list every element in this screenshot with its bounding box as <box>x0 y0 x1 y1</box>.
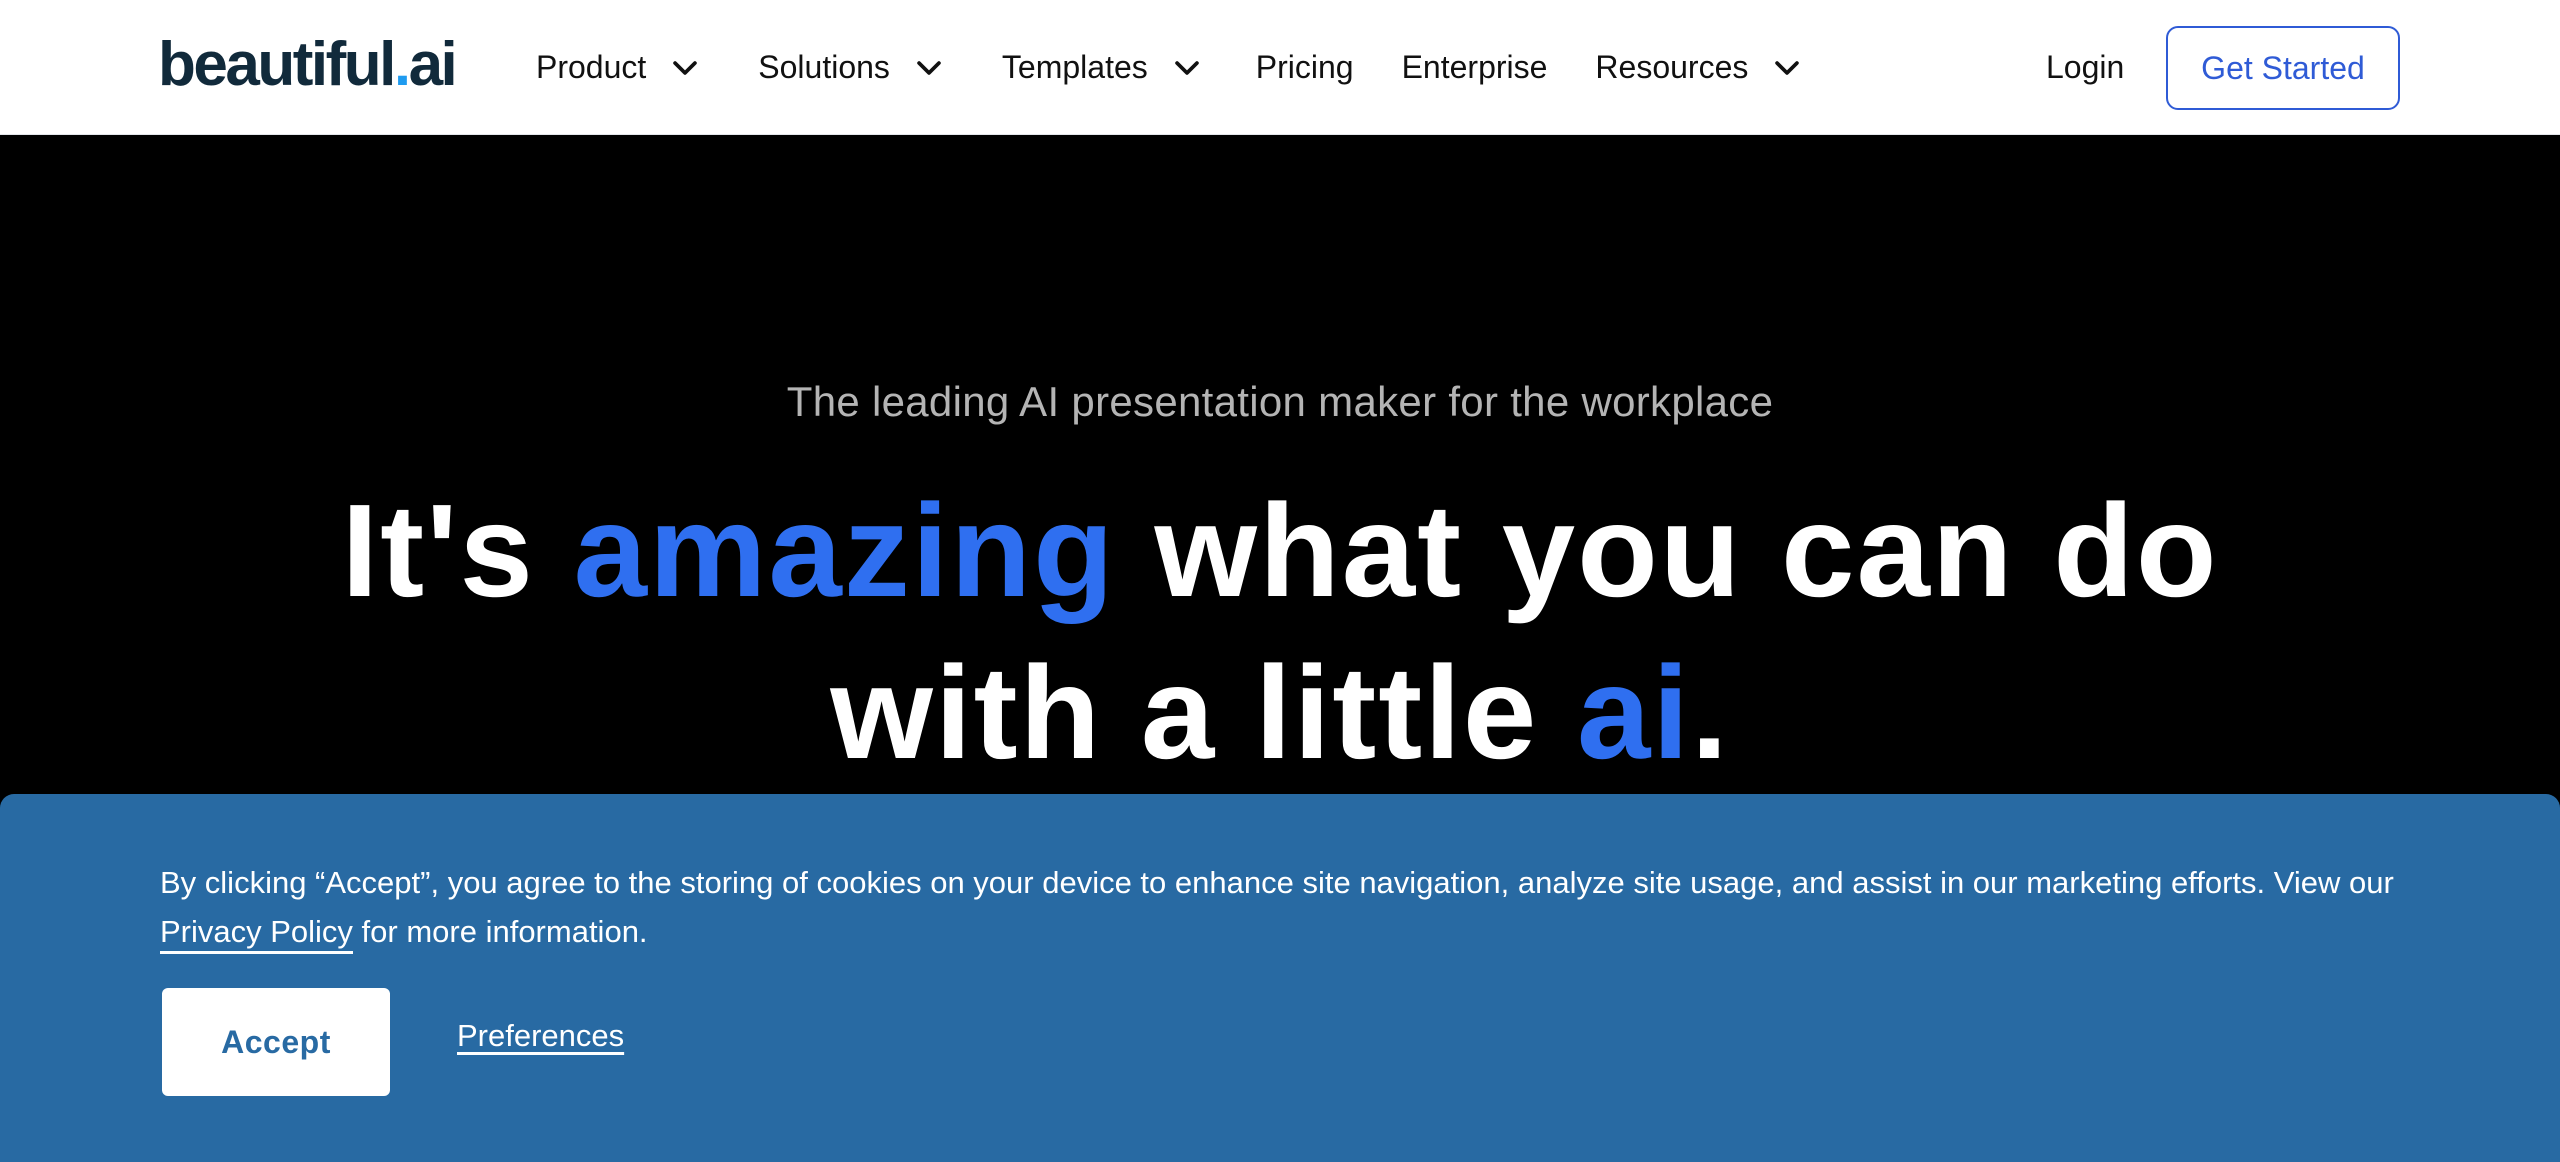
logo-dot: . <box>393 30 411 99</box>
nav-item-pricing[interactable]: Pricing <box>1256 0 1354 135</box>
chevron-down-icon <box>1775 60 1800 75</box>
cookie-banner: By clicking “Accept”, you agree to the s… <box>0 794 2560 1162</box>
logo-suffix: ai <box>408 30 458 99</box>
preferences-link[interactable]: Preferences <box>457 1018 624 1054</box>
nav-item-templates[interactable]: Templates <box>1002 0 1204 135</box>
nav-item-solutions[interactable]: Solutions <box>758 0 946 135</box>
nav-item-product[interactable]: Product <box>536 0 702 135</box>
cookie-text: By clicking “Accept”, you agree to the s… <box>160 865 2394 900</box>
logo[interactable]: beautiful.ai <box>158 30 458 100</box>
headline-accent: ai <box>1576 639 1692 786</box>
nav-item-enterprise[interactable]: Enterprise <box>1402 0 1548 135</box>
login-link[interactable]: Login <box>2046 0 2124 135</box>
hero-headline: It's amazing what you can do with a litt… <box>0 470 2560 794</box>
nav-item-label: Resources <box>1595 49 1749 85</box>
accept-button[interactable]: Accept <box>162 988 390 1096</box>
cookie-text: for more information. <box>352 914 648 949</box>
site-header: beautiful.ai Product Solutions Templates… <box>0 0 2560 135</box>
nav-item-label: Pricing <box>1255 49 1354 85</box>
nav-item-label: Enterprise <box>1401 49 1548 85</box>
logo-text: beautiful <box>158 30 396 99</box>
headline-text: It's <box>341 477 574 624</box>
privacy-policy-link[interactable]: Privacy Policy <box>160 914 353 954</box>
nav-item-label: Solutions <box>758 49 890 85</box>
hero-tagline: The leading AI presentation maker for th… <box>786 378 1774 425</box>
cookie-message: By clicking “Accept”, you agree to the s… <box>160 858 2460 956</box>
nav-item-label: Templates <box>1001 49 1148 85</box>
headline-accent: amazing <box>573 477 1116 624</box>
get-started-button[interactable]: Get Started <box>2166 26 2400 110</box>
chevron-down-icon <box>673 60 698 75</box>
main-nav: Product Solutions Templates Pricing Ente… <box>536 0 1804 135</box>
headline-text: . <box>1691 639 1730 786</box>
chevron-down-icon <box>1175 60 1199 75</box>
page: beautiful.ai Product Solutions Templates… <box>0 0 2560 1162</box>
headline-text: with a little <box>830 639 1577 786</box>
nav-item-resources[interactable]: Resources <box>1595 0 1804 135</box>
chevron-down-icon <box>917 60 941 75</box>
nav-item-label: Product <box>536 49 647 85</box>
headline-text: what you can do <box>1115 477 2219 624</box>
